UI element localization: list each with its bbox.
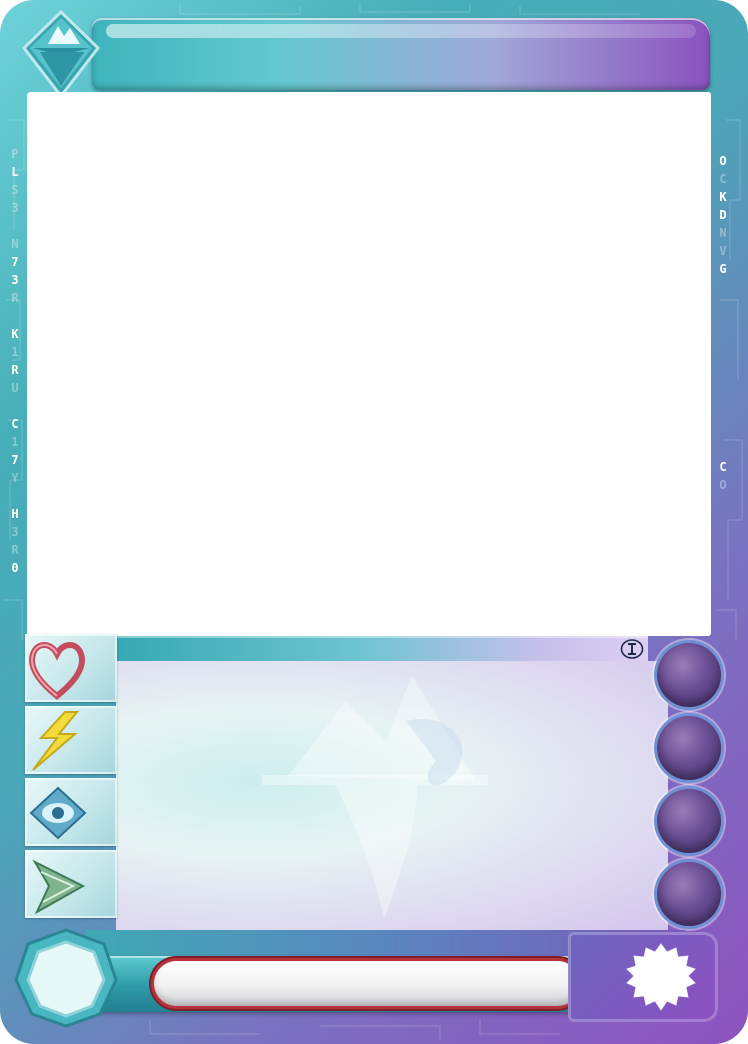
iceberg-watermark-icon — [262, 675, 488, 919]
code-char: N — [719, 226, 727, 240]
title-bar — [92, 18, 710, 90]
text-box — [116, 661, 668, 931]
code-char: 3 — [11, 525, 19, 539]
code-char: 1 — [11, 435, 19, 449]
code-char: N — [11, 237, 19, 251]
left-code-column: P L S 3 N 7 3 R K 1 R U C 1 7 Y H 3 R 0 — [9, 145, 21, 577]
code-char: D — [719, 208, 727, 222]
right-code-column: O C K D N V G C O — [716, 152, 730, 494]
code-char: 3 — [11, 201, 19, 215]
code-char: V — [719, 244, 727, 258]
code-char: 1 — [11, 345, 19, 359]
stat-box-speed — [25, 850, 117, 918]
stat-box-hp — [25, 634, 117, 702]
code-char: 7 — [11, 255, 19, 269]
stat-box-sight — [25, 778, 117, 846]
fire-orb-icon — [657, 643, 721, 707]
trading-card: 0 PCK0T3P3P50BZZ3Z5B 4S7BCBV 5VD EO4 P L… — [0, 0, 748, 1044]
stat-box-power — [25, 706, 117, 774]
lightning-icon — [32, 711, 80, 771]
heart-icon — [29, 642, 85, 700]
code-char: R — [11, 363, 19, 377]
title-shine — [106, 24, 696, 38]
code-char: K — [11, 327, 19, 341]
code-char: 3 — [11, 273, 19, 287]
code-char: C — [11, 417, 19, 431]
leaf-orb-icon — [657, 789, 721, 853]
code-char: C — [719, 460, 727, 474]
fire-orb-icon — [657, 716, 721, 780]
code-char: C — [719, 172, 727, 186]
code-char: O — [719, 154, 727, 168]
code-char: S — [11, 183, 19, 197]
code-char: G — [719, 262, 727, 276]
code-char: R — [11, 543, 19, 557]
speed-arrow-icon — [32, 859, 86, 915]
code-char: U — [11, 381, 19, 395]
iceberg-crystal-icon — [21, 9, 101, 99]
art-window — [27, 92, 711, 636]
code-char: 7 — [11, 453, 19, 467]
code-char: R — [11, 291, 19, 305]
code-char: H — [11, 507, 19, 521]
code-char: K — [719, 190, 727, 204]
code-char: O — [719, 478, 727, 492]
name-field — [154, 961, 580, 1006]
code-char: 0 — [11, 561, 19, 575]
code-char: L — [11, 165, 19, 179]
burst-panel — [568, 932, 718, 1022]
starburst-icon — [626, 943, 696, 1011]
octagon-gem-icon — [14, 928, 118, 1028]
info-i-icon — [620, 639, 644, 659]
eye-icon — [29, 786, 87, 840]
type-bar — [116, 636, 648, 661]
code-char: P — [11, 147, 19, 161]
swirl-orb-icon — [657, 862, 721, 926]
code-char: Y — [11, 471, 19, 485]
